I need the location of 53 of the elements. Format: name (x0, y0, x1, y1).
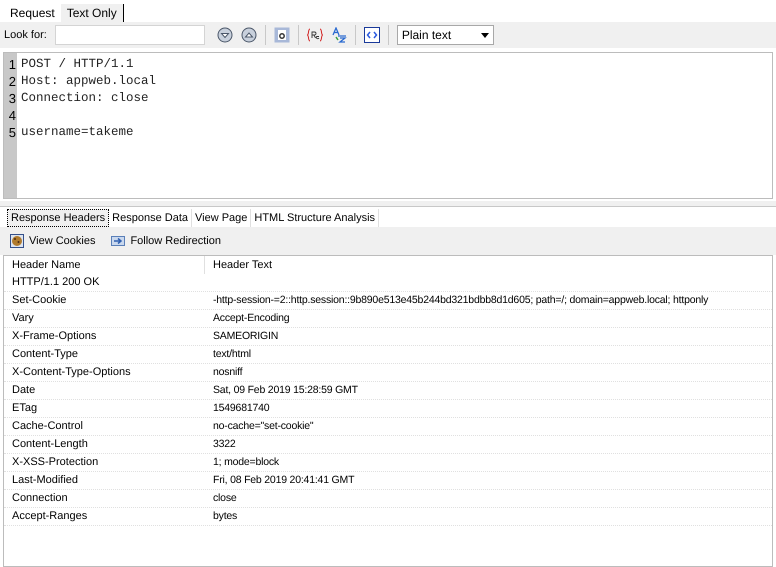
table-cell: Fri, 08 Feb 2019 20:41:41 GMT (213, 474, 354, 486)
table-cell: Accept-Ranges (12, 510, 88, 522)
match-case-icon[interactable] (274, 27, 290, 43)
table-cell: text/html (213, 348, 251, 360)
table-cell: HTTP/1.1 200 OK (12, 276, 100, 288)
code-icon[interactable] (364, 27, 380, 43)
table-cell: X-XSS-Protection (12, 456, 98, 468)
column-header[interactable]: Header Name (4, 256, 205, 274)
table-cell: 1549681740 (213, 402, 270, 414)
toolbar-button[interactable]: Follow Redirection (111, 232, 221, 250)
toolbar-button[interactable]: View Cookies (10, 232, 96, 250)
line-number: 3 (8, 90, 17, 107)
line-number: 5 (8, 124, 17, 141)
format-dropdown[interactable]: Plain text (396, 25, 494, 45)
table-cell: ETag (12, 402, 38, 414)
table-cell: Set-Cookie (12, 294, 66, 306)
table-cell: SAMEORIGIN (213, 330, 278, 342)
line-number: 1 (8, 56, 17, 73)
table-cell: nosniff (213, 366, 242, 378)
tab[interactable]: Text Only (60, 4, 124, 22)
table-cell: 1; mode=block (213, 456, 279, 468)
regex-icon[interactable] (306, 28, 323, 42)
code-line: Host: appweb.local (21, 74, 156, 88)
table-cell: close (213, 492, 237, 504)
caret-icon (480, 32, 489, 38)
table-cell: Cache-Control (12, 420, 83, 432)
translate-icon[interactable] (330, 27, 347, 43)
table-cell: Accept-Encoding (213, 312, 290, 324)
cookie-icon (10, 234, 24, 248)
table-cell: X-Content-Type-Options (12, 366, 131, 378)
arrow-icon (111, 235, 126, 247)
tab[interactable]: Response Headers (7, 209, 110, 227)
table-cell: bytes (213, 510, 238, 522)
table-cell: Content-Type (12, 348, 78, 360)
table-cell: Date (12, 384, 36, 396)
table-cell: Content-Length (12, 438, 88, 450)
search-field[interactable] (54, 25, 205, 45)
code-line: POST / HTTP/1.1 (21, 57, 134, 71)
column-header[interactable]: Header Text (205, 256, 772, 274)
code-line: Connection: close (21, 91, 149, 105)
table-cell: Sat, 09 Feb 2019 15:28:59 GMT (213, 384, 358, 396)
table-cell: Last-Modified (12, 474, 78, 486)
search-label: Look for: (4, 28, 47, 43)
line-number: 4 (8, 107, 17, 124)
table-cell: Connection (12, 492, 68, 504)
table-cell: Vary (12, 312, 34, 324)
text-editor[interactable]: 1 2 3 4 5 POST / HTTP/1.1 Host: appweb.local Connection: close username=takeme (3, 52, 773, 199)
code-line: username=takeme (21, 125, 134, 139)
table-cell: 3322 (213, 438, 236, 450)
table-cell: X-Frame-Options (12, 330, 96, 342)
line-number: 2 (8, 73, 17, 90)
table-cell: -http-session-=2::http.session::9b890e513e45b244bd321bdbb8d1d605; path=/; domain=appweb.local; httponly (213, 294, 708, 306)
table-cell: no-cache="set-cookie" (213, 420, 314, 432)
